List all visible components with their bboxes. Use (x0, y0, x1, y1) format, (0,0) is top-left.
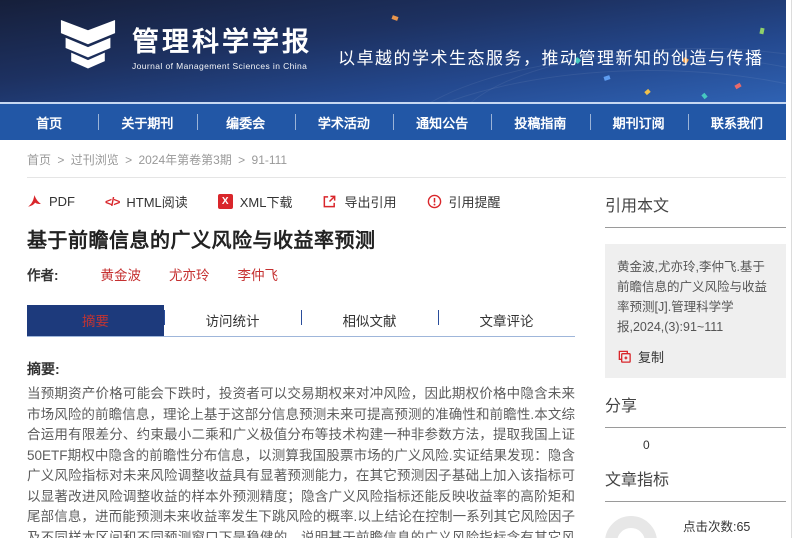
altmetric-column: ? Altmetric (605, 516, 671, 538)
metric-clicks: 点击次数:65 (683, 518, 781, 537)
section-divider (605, 227, 786, 228)
abstract-label: 摘要: (27, 359, 575, 379)
breadcrumb-separator: > (238, 153, 245, 167)
authors-label: 作者: (27, 264, 59, 284)
alert-icon (427, 194, 442, 209)
abstract-text: 当预期资产价格可能会下跌时，投资者可以交易期权来对冲风险，因此期权价格中隐含未来… (27, 384, 575, 538)
content-area: 首页 > 过刊浏览 > 2024年第卷第3期 > 91-111 PDF (0, 151, 786, 538)
breadcrumb-archive[interactable]: 过刊浏览 (71, 153, 119, 167)
journal-subtitle: Journal of Management Sciences in China (132, 61, 312, 71)
author-link[interactable]: 李仲飞 (238, 264, 279, 284)
pdf-icon (27, 194, 42, 209)
share-section-title: 分享 (605, 392, 786, 416)
pdf-button[interactable]: PDF (27, 194, 75, 209)
breadcrumb: 首页 > 过刊浏览 > 2024年第卷第3期 > 91-111 (27, 151, 786, 168)
nav-item-notices[interactable]: 通知公告 (393, 104, 491, 140)
export-icon (322, 194, 337, 209)
export-citation-button[interactable]: 导出引用 (322, 192, 396, 211)
xml-download-button[interactable]: X XML下载 (218, 192, 293, 211)
copy-icon (617, 349, 632, 364)
article-tabs: 摘要 访问统计 相似文献 文章评论 (27, 305, 575, 337)
altmetric-badge[interactable]: ? (605, 516, 657, 538)
metric-lines: 点击次数:65 下载次数: 196 HTML阅读次数: 0 引用次数: 0 (683, 516, 781, 538)
metrics-section-title: 文章指标 (605, 466, 786, 490)
breadcrumb-home[interactable]: 首页 (27, 153, 51, 167)
banner-decoration (759, 28, 764, 35)
pdf-label: PDF (49, 194, 75, 209)
journal-logo[interactable]: 管理科学学报 Journal of Management Sciences in… (58, 20, 312, 76)
nav-item-editorial-board[interactable]: 编委会 (197, 104, 295, 140)
site-banner: 管理科学学报 Journal of Management Sciences in… (0, 0, 786, 102)
breadcrumb-separator: > (57, 153, 64, 167)
journal-logo-icon (58, 20, 118, 76)
tab-abstract[interactable]: 摘要 (27, 305, 164, 336)
journal-logo-text: 管理科学学报 Journal of Management Sciences in… (132, 26, 312, 71)
article-toolbar: PDF </> HTML阅读 X XML下载 (27, 178, 575, 211)
xml-download-label: XML下载 (240, 192, 293, 211)
nav-item-submission-guide[interactable]: 投稿指南 (491, 104, 589, 140)
nav-item-academic-activities[interactable]: 学术活动 (295, 104, 393, 140)
copy-citation-button[interactable]: 复制 (617, 347, 774, 366)
citation-alert-button[interactable]: 引用提醒 (427, 192, 501, 211)
breadcrumb-issue[interactable]: 2024年第卷第3期 (138, 153, 231, 167)
tab-similar-articles[interactable]: 相似文献 (301, 305, 438, 336)
banner-decoration (391, 15, 398, 21)
share-count: 0 (643, 438, 786, 452)
citation-text: 黄金波,尤亦玲,李仲飞.基于前瞻信息的广义风险与收益率预测[J].管理科学学报,… (617, 257, 774, 337)
breadcrumb-separator: > (125, 153, 132, 167)
section-divider (605, 501, 786, 502)
html-read-label: HTML阅读 (126, 192, 187, 211)
banner-slogan: 以卓越的学术生态服务，推动管理新知的创造与传播 (338, 44, 764, 69)
html-read-button[interactable]: </> HTML阅读 (105, 192, 188, 211)
metrics-row: ? Altmetric 点击次数:65 下载次数: 196 HTML阅读次数: … (605, 516, 786, 538)
section-divider (605, 427, 786, 428)
nav-item-contact[interactable]: 联系我们 (688, 104, 786, 140)
breadcrumb-pages: 91-111 (252, 153, 288, 167)
nav-item-about[interactable]: 关于期刊 (98, 104, 196, 140)
nav-item-home[interactable]: 首页 (0, 104, 98, 140)
main-nav: 首页 关于期刊 编委会 学术活动 通知公告 投稿指南 期刊订阅 联系我们 (0, 104, 786, 140)
altmetric-badge-symbol: ? (627, 535, 634, 538)
sidebar: 引用本文 黄金波,尤亦玲,李仲飞.基于前瞻信息的广义风险与收益率预测[J].管理… (605, 178, 786, 538)
tab-comments[interactable]: 文章评论 (438, 305, 575, 336)
tab-visit-stats[interactable]: 访问统计 (164, 305, 301, 336)
journal-title: 管理科学学报 (132, 26, 312, 58)
author-link[interactable]: 尤亦玲 (169, 264, 210, 284)
export-citation-label: 导出引用 (344, 192, 396, 211)
article-title: 基于前瞻信息的广义风险与收益率预测 (27, 224, 575, 253)
nav-item-subscription[interactable]: 期刊订阅 (590, 104, 688, 140)
citation-box: 黄金波,尤亦玲,李仲飞.基于前瞻信息的广义风险与收益率预测[J].管理科学学报,… (605, 244, 786, 378)
article-column: PDF </> HTML阅读 X XML下载 (27, 178, 575, 538)
code-icon: </> (105, 195, 119, 209)
xml-icon: X (218, 194, 233, 209)
page: 管理科学学报 Journal of Management Sciences in… (0, 0, 786, 538)
copy-label: 复制 (638, 347, 664, 366)
author-link[interactable]: 黄金波 (101, 264, 142, 284)
citation-alert-label: 引用提醒 (449, 192, 501, 211)
page-edge-line (791, 0, 792, 538)
cite-section-title: 引用本文 (605, 192, 786, 216)
authors-row: 作者: 黄金波 尤亦玲 李仲飞 (27, 264, 575, 284)
